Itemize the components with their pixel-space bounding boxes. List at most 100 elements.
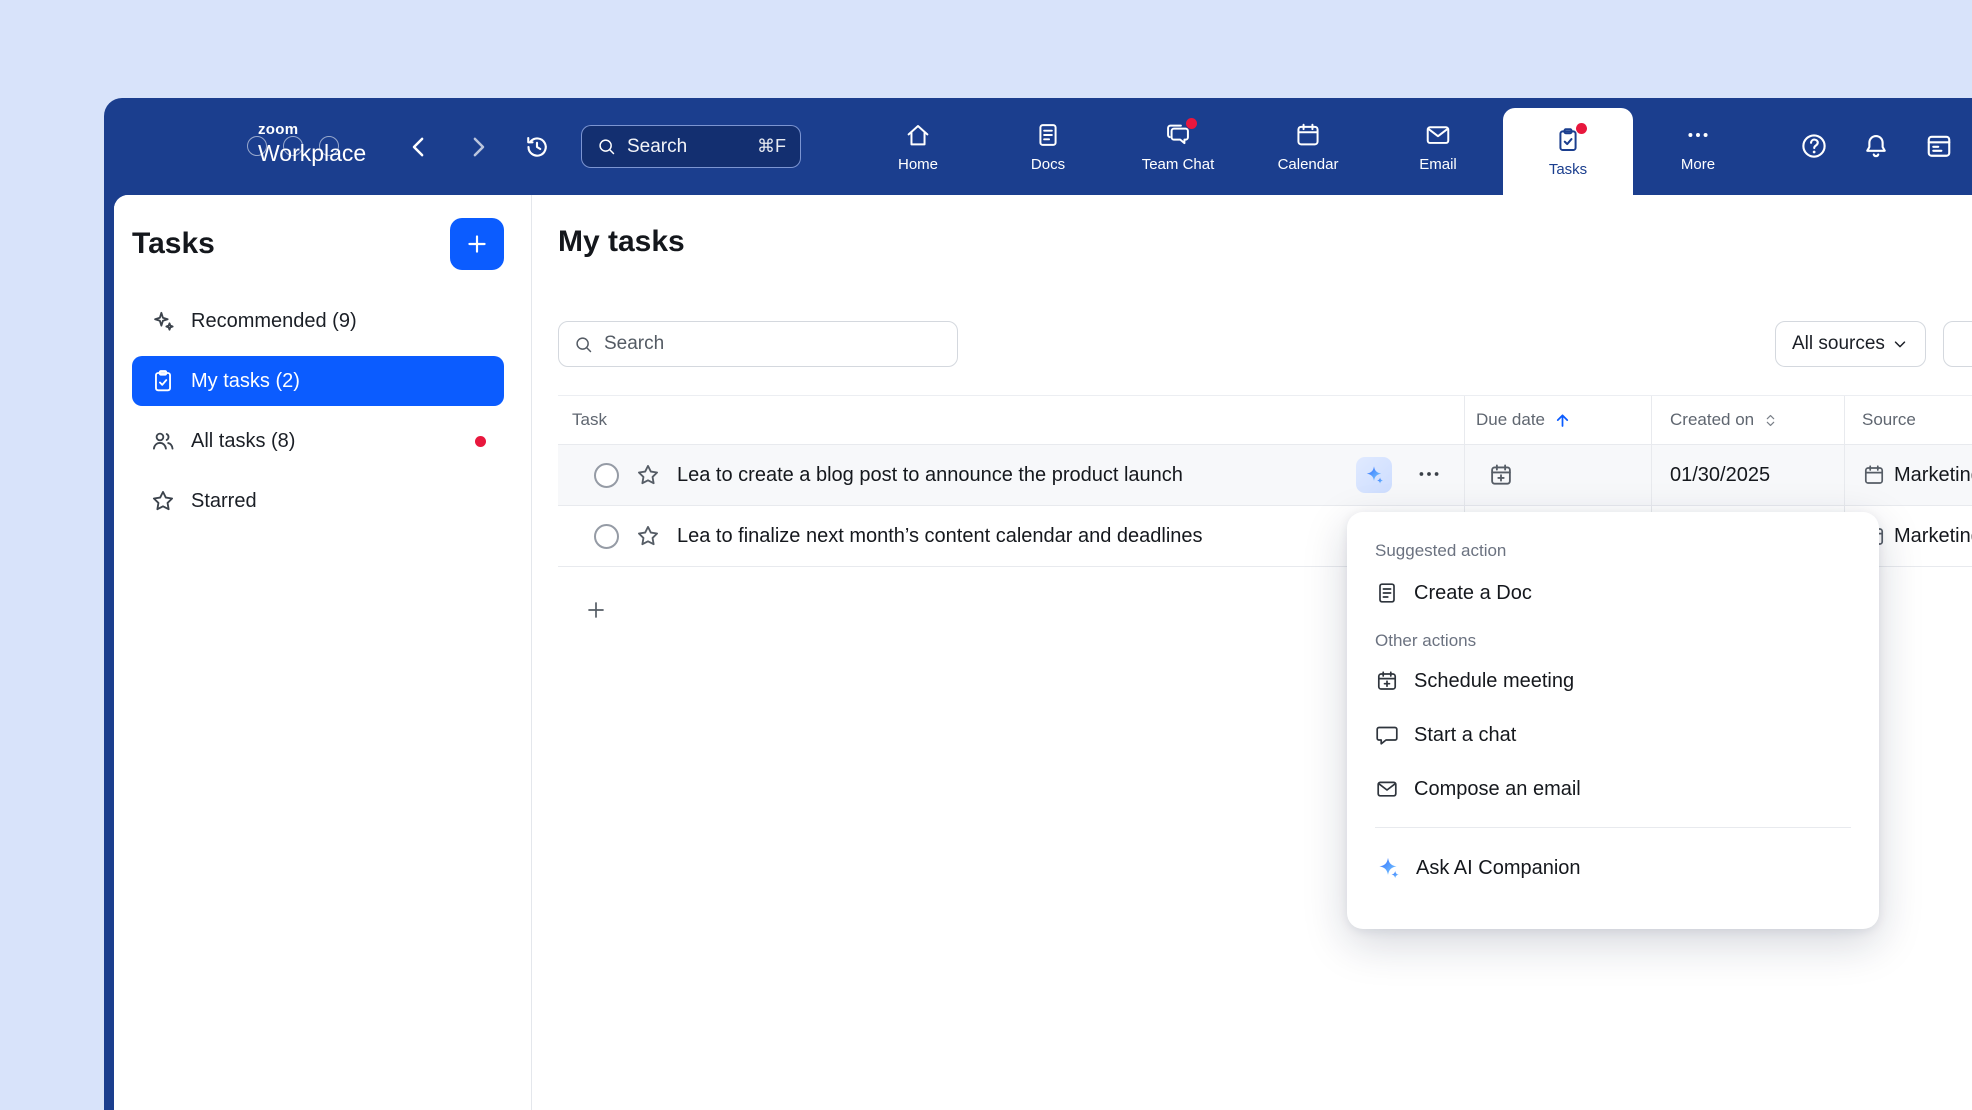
menu-item-label: Ask AI Companion: [1416, 857, 1581, 880]
history-button[interactable]: [522, 131, 554, 163]
row-more-button[interactable]: [1414, 460, 1444, 490]
history-icon: [522, 132, 552, 162]
search-icon: [596, 136, 617, 157]
chevron-left-icon: [404, 132, 434, 162]
sort-ascending-icon: [1553, 411, 1572, 430]
sidebar-item-label: All tasks (8): [191, 430, 295, 453]
nav-email-label: Email: [1419, 156, 1457, 173]
page-title: My tasks: [558, 225, 685, 259]
global-search[interactable]: Search ⌘F: [581, 125, 801, 168]
nav-tasks[interactable]: Tasks: [1503, 108, 1633, 195]
screen: zoom Workplace Search ⌘F Home: [0, 0, 1972, 1110]
add-task-button[interactable]: [584, 595, 614, 625]
task-search-input[interactable]: [604, 333, 943, 355]
menu-item-start-chat[interactable]: Start a chat: [1375, 708, 1851, 762]
source-name: Marketing: [1894, 525, 1972, 548]
nav-calendar-label: Calendar: [1278, 156, 1339, 173]
menu-item-compose-email[interactable]: Compose an email: [1375, 762, 1851, 816]
partial-button[interactable]: [1943, 321, 1972, 367]
menu-section-label: Other actions: [1375, 628, 1851, 654]
nav-home[interactable]: Home: [853, 98, 983, 195]
sources-filter[interactable]: All sources: [1775, 321, 1926, 367]
logo-zoom: zoom: [258, 122, 366, 137]
ai-sparkle-icon: [1363, 464, 1385, 486]
chevron-right-icon: [463, 132, 493, 162]
logo-workplace: Workplace: [258, 142, 366, 165]
menu-item-label: Compose an email: [1414, 778, 1581, 801]
tasks-sidebar: Tasks Recommended (9) My tasks (2): [114, 195, 532, 1110]
column-label: Task: [572, 410, 607, 430]
bell-icon: [1861, 131, 1891, 161]
clipboard-check-icon: [150, 368, 176, 394]
created-on-cell: 01/30/2025: [1651, 445, 1844, 505]
tasks-badge: [1576, 123, 1587, 134]
global-search-label: Search: [627, 136, 687, 158]
plus-icon: [464, 231, 490, 257]
source-cell: Marketing: [1844, 445, 1972, 505]
column-header-created-on[interactable]: Created on: [1651, 396, 1844, 444]
source-name: Marketing: [1894, 464, 1972, 487]
nav-email[interactable]: Email: [1373, 98, 1503, 195]
task-checkbox[interactable]: [594, 463, 619, 488]
nav-more[interactable]: More: [1633, 98, 1763, 195]
chat-bubble-icon: [1375, 723, 1399, 747]
menu-item-schedule-meeting[interactable]: Schedule meeting: [1375, 654, 1851, 708]
forward-button[interactable]: [463, 131, 495, 163]
sidebar-item-label: Recommended (9): [191, 310, 357, 333]
calendar-plus-icon: [1375, 669, 1399, 693]
email-icon: [1424, 121, 1452, 149]
task-title: Lea to create a blog post to announce th…: [677, 464, 1183, 487]
new-task-button[interactable]: [450, 218, 504, 270]
sidebar-item-recommended[interactable]: Recommended (9): [132, 296, 504, 346]
help-button[interactable]: [1799, 131, 1829, 161]
calendar-panel-button[interactable]: [1924, 131, 1954, 161]
task-title: Lea to finalize next month’s content cal…: [677, 525, 1203, 548]
plus-icon: [584, 598, 608, 622]
sparkles-icon: [150, 308, 176, 334]
nav-calendar[interactable]: Calendar: [1243, 98, 1373, 195]
task-row[interactable]: Lea to create a blog post to announce th…: [558, 445, 1972, 506]
sidebar-item-my-tasks[interactable]: My tasks (2): [132, 356, 504, 406]
menu-item-create-doc[interactable]: Create a Doc: [1375, 566, 1851, 620]
column-header-source[interactable]: Source: [1844, 396, 1972, 444]
app-logo: zoom Workplace: [258, 122, 366, 165]
ai-companion-icon: [1375, 855, 1401, 881]
nav-more-label: More: [1681, 156, 1715, 173]
chevron-down-icon: [1891, 335, 1909, 353]
column-label: Source: [1862, 410, 1916, 430]
suggested-actions-menu: Suggested action Create a Doc Other acti…: [1347, 512, 1879, 929]
calendar-icon: [1294, 121, 1322, 149]
column-header-task[interactable]: Task: [558, 396, 1464, 444]
search-shortcut: ⌘F: [757, 136, 786, 157]
menu-item-label: Start a chat: [1414, 724, 1516, 747]
menu-divider: [1375, 827, 1851, 828]
titlebar: zoom Workplace Search ⌘F Home: [104, 98, 1972, 195]
table-header: Task Due date Created on Source: [558, 395, 1972, 445]
home-icon: [904, 121, 932, 149]
ai-companion-button[interactable]: [1356, 457, 1392, 493]
created-date: 01/30/2025: [1670, 464, 1770, 487]
nav-docs-label: Docs: [1031, 156, 1065, 173]
nav-home-label: Home: [898, 156, 938, 173]
doc-icon: [1375, 581, 1399, 605]
sidebar-item-starred[interactable]: Starred: [132, 476, 504, 526]
column-label: Due date: [1476, 410, 1545, 430]
sidebar-item-all-tasks[interactable]: All tasks (8): [132, 416, 504, 466]
column-header-due-date[interactable]: Due date: [1464, 396, 1651, 444]
all-tasks-badge: [475, 436, 486, 447]
notifications-button[interactable]: [1861, 131, 1891, 161]
star-icon[interactable]: [635, 523, 661, 549]
nav-tasks-label: Tasks: [1549, 161, 1587, 178]
due-date-cell[interactable]: [1464, 445, 1651, 505]
nav-docs[interactable]: Docs: [983, 98, 1113, 195]
menu-item-ask-ai-companion[interactable]: Ask AI Companion: [1375, 839, 1851, 897]
sidebar-title: Tasks: [132, 227, 215, 261]
star-icon[interactable]: [635, 462, 661, 488]
task-checkbox[interactable]: [594, 524, 619, 549]
people-icon: [150, 428, 176, 454]
nav-team-chat[interactable]: Team Chat: [1113, 98, 1243, 195]
task-search: [558, 321, 958, 367]
envelope-icon: [1375, 777, 1399, 801]
back-button[interactable]: [404, 131, 436, 163]
menu-section-label: Suggested action: [1375, 538, 1851, 564]
